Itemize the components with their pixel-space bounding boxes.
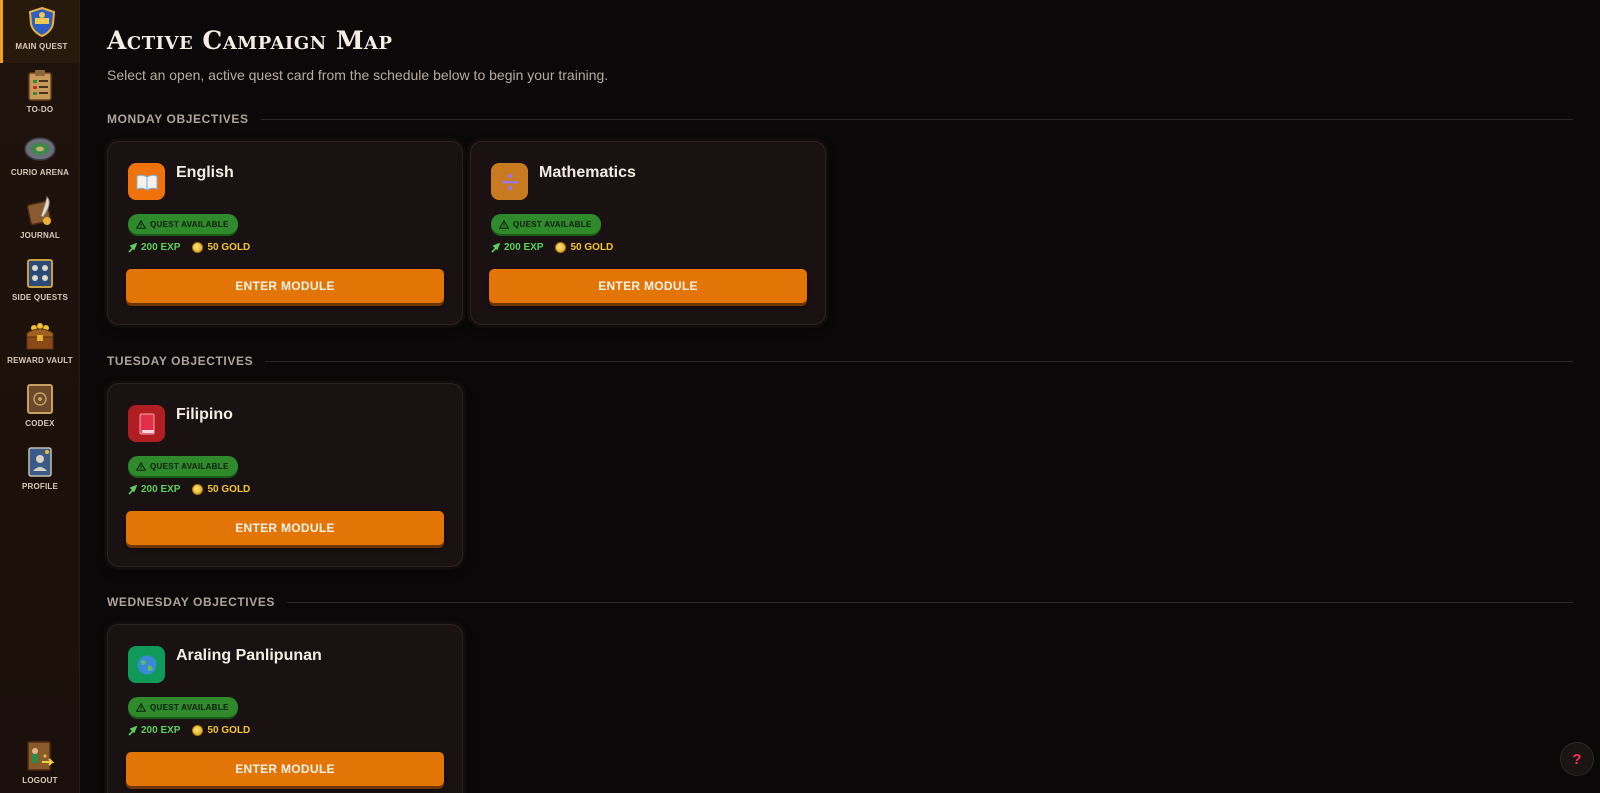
arena-icon — [24, 132, 56, 164]
gold-coin-icon — [192, 725, 204, 736]
book-codex-icon — [24, 383, 56, 415]
status-badge: QUEST AVAILABLE — [491, 214, 601, 234]
sidebar-item-journal[interactable]: JOURNAL — [0, 189, 80, 252]
divide-icon — [491, 163, 528, 200]
sidebar-item-label: MAIN QUEST — [15, 42, 68, 51]
red-book-icon — [128, 405, 165, 442]
rewards-row: 200 EXP 50 GOLD — [491, 242, 613, 253]
section-header-wednesday: WEDNESDAY OBJECTIVES — [107, 594, 1573, 610]
enter-module-button[interactable]: ENTER MODULE — [489, 269, 807, 303]
rewards-row: 200 EXP 50 GOLD — [128, 242, 250, 253]
badge-text: QUEST AVAILABLE — [150, 219, 229, 229]
logout-button[interactable]: LOGOUT — [0, 734, 80, 793]
badge-text: QUEST AVAILABLE — [513, 219, 592, 229]
exp-value: 200 EXP — [141, 242, 181, 253]
exp-arrow-icon — [128, 725, 137, 736]
sidebar-item-codex[interactable]: CODEX — [0, 377, 80, 440]
warning-icon — [136, 702, 146, 712]
section-header-monday: MONDAY OBJECTIVES — [107, 111, 1573, 127]
sidebar-item-label: CODEX — [25, 419, 55, 428]
section-title: MONDAY OBJECTIVES — [107, 112, 249, 126]
gold-value: 50 GOLD — [207, 484, 251, 495]
app-root: MAIN QUEST TO-DO CURIO ARENA JOURNAL SID… — [0, 0, 1600, 793]
warning-icon — [499, 219, 509, 229]
sidebar-item-label: TO-DO — [26, 105, 54, 114]
gold-reward: 50 GOLD — [192, 242, 250, 253]
exp-value: 200 EXP — [504, 242, 544, 253]
card-title: English — [176, 164, 234, 181]
clipboard-icon — [24, 69, 56, 101]
globe-icon — [128, 646, 165, 683]
card-title: Araling Panlipunan — [176, 647, 322, 664]
section-divider — [265, 360, 1573, 362]
gold-coin-icon — [192, 242, 204, 253]
badge-text: QUEST AVAILABLE — [150, 461, 229, 471]
warning-icon — [136, 461, 146, 471]
gold-reward: 50 GOLD — [192, 484, 250, 495]
gold-coin-icon — [555, 242, 567, 253]
gold-value: 50 GOLD — [570, 242, 614, 253]
main-content: Active Campaign Map Select an open, acti… — [107, 0, 1573, 793]
door-exit-icon — [24, 740, 56, 772]
sidebar-item-to-do[interactable]: TO-DO — [0, 63, 80, 126]
exp-arrow-icon — [491, 242, 500, 253]
enter-module-button[interactable]: ENTER MODULE — [126, 752, 444, 786]
section-divider — [260, 118, 1573, 120]
sidebar-item-main-quest[interactable]: MAIN QUEST — [0, 0, 80, 63]
rewards-row: 200 EXP 50 GOLD — [128, 725, 250, 736]
logout-label: LOGOUT — [22, 776, 58, 785]
sidebar-item-label: CURIO ARENA — [10, 168, 70, 177]
sidebar-item-profile[interactable]: PROFILE — [0, 440, 80, 503]
card-title: Filipino — [176, 406, 233, 423]
exp-value: 200 EXP — [141, 484, 181, 495]
quest-card-english: English QUEST AVAILABLE 200 EXP 50 GOLD … — [107, 141, 463, 325]
exp-reward: 200 EXP — [491, 242, 543, 253]
exp-value: 200 EXP — [141, 725, 181, 736]
gold-value: 50 GOLD — [207, 242, 251, 253]
enter-module-button[interactable]: ENTER MODULE — [126, 269, 444, 303]
gold-value: 50 GOLD — [207, 725, 251, 736]
page-subtitle: Select an open, active quest card from t… — [107, 67, 609, 83]
gold-coin-icon — [192, 484, 204, 495]
sidebar-item-curio-arena[interactable]: CURIO ARENA — [0, 126, 80, 189]
warning-icon — [136, 219, 146, 229]
status-badge: QUEST AVAILABLE — [128, 456, 238, 476]
section-title: TUESDAY OBJECTIVES — [107, 354, 254, 368]
rewards-row: 200 EXP 50 GOLD — [128, 484, 250, 495]
exp-reward: 200 EXP — [128, 484, 180, 495]
gold-reward: 50 GOLD — [555, 242, 613, 253]
quest-board-icon — [24, 257, 56, 289]
exp-arrow-icon — [128, 242, 137, 253]
exp-reward: 200 EXP — [128, 242, 180, 253]
sidebar-item-reward-vault[interactable]: REWARD VAULT — [0, 314, 80, 377]
status-badge: QUEST AVAILABLE — [128, 214, 238, 234]
quest-card-araling-panlipunan: Araling Panlipunan QUEST AVAILABLE 200 E… — [107, 624, 463, 793]
id-card-icon — [24, 446, 56, 478]
sidebar-item-label: PROFILE — [21, 482, 59, 491]
sidebar: MAIN QUEST TO-DO CURIO ARENA JOURNAL SID… — [0, 0, 80, 793]
gold-reward: 50 GOLD — [192, 725, 250, 736]
section-header-tuesday: TUESDAY OBJECTIVES — [107, 353, 1573, 369]
badge-text: QUEST AVAILABLE — [150, 702, 229, 712]
exp-reward: 200 EXP — [128, 725, 180, 736]
card-title: Mathematics — [539, 164, 636, 181]
sidebar-item-label: JOURNAL — [19, 231, 61, 240]
exp-arrow-icon — [128, 484, 137, 495]
shield-crest-icon — [26, 6, 58, 38]
quest-card-filipino: Filipino QUEST AVAILABLE 200 EXP 50 GOLD… — [107, 383, 463, 567]
quill-scroll-icon — [24, 195, 56, 227]
quest-card-mathematics: Mathematics QUEST AVAILABLE 200 EXP 50 G… — [470, 141, 826, 325]
sidebar-item-label: REWARD VAULT — [7, 356, 73, 365]
sidebar-item-side-quests[interactable]: SIDE QUESTS — [0, 251, 80, 314]
help-question-icon: ? — [1572, 750, 1582, 768]
status-badge: QUEST AVAILABLE — [128, 697, 238, 717]
section-title: WEDNESDAY OBJECTIVES — [107, 595, 276, 609]
open-book-icon — [128, 163, 165, 200]
enter-module-button[interactable]: ENTER MODULE — [126, 511, 444, 545]
sidebar-item-label: SIDE QUESTS — [12, 293, 68, 302]
treasure-chest-icon — [24, 320, 56, 352]
page-title: Active Campaign Map — [107, 26, 393, 55]
help-button[interactable]: ? — [1560, 742, 1594, 776]
section-divider — [287, 601, 1573, 603]
